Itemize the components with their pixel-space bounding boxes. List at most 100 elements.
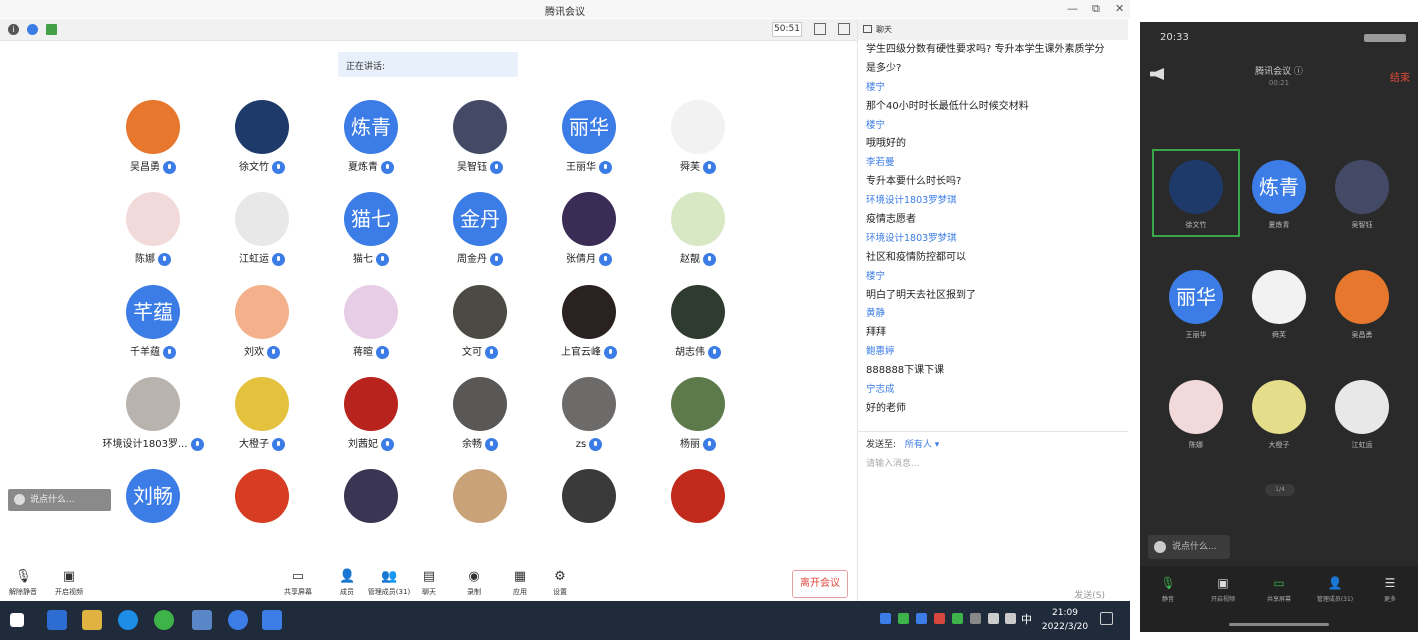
settings-button[interactable]: ⚙ 设置 — [537, 570, 583, 597]
participant-tile[interactable]: 上官云峰 — [534, 285, 644, 361]
participant-tile[interactable] — [643, 469, 753, 523]
network-icon[interactable] — [988, 613, 999, 624]
mic-status-icon — [376, 252, 389, 266]
edge-icon[interactable] — [118, 610, 138, 630]
participant-tile[interactable]: 余畅 — [425, 377, 535, 453]
phone-participant-tile[interactable]: 大橙子 — [1236, 380, 1322, 450]
avatar — [671, 192, 725, 246]
participant-name: 赵靓 — [680, 254, 700, 265]
phone-video-button[interactable]: ▣ 开启视频 — [1195, 576, 1251, 603]
participant-tile[interactable]: 张倩月 — [534, 192, 644, 268]
file-explorer-icon[interactable] — [82, 610, 102, 630]
participant-tile[interactable] — [207, 469, 317, 523]
participant-tile[interactable]: 江虹运 — [207, 192, 317, 268]
app-icon[interactable] — [192, 610, 212, 630]
search-icon[interactable] — [47, 610, 67, 630]
start-icon[interactable] — [10, 613, 24, 627]
participant-tile[interactable]: 舜芙 — [643, 100, 753, 176]
start-video-button[interactable]: ▣ 开启视频 — [46, 570, 92, 597]
participant-name: 大橙子 — [1268, 441, 1290, 449]
share-screen-button[interactable]: ▭ 共享屏幕 — [275, 570, 321, 597]
end-meeting-button[interactable]: 结束 — [1390, 69, 1410, 84]
participant-tile[interactable]: 猫七 猫七 — [316, 192, 426, 268]
tencent-meeting-icon[interactable] — [262, 610, 282, 630]
chat-divider — [858, 431, 1128, 432]
signal-icon[interactable] — [46, 24, 57, 35]
phone-meeting-title[interactable]: 腾讯会议 ⓘ — [1140, 64, 1418, 77]
participant-tile[interactable]: 吴昌勇 — [98, 100, 208, 176]
taskbar-clock[interactable]: 21:09 2022/3/20 — [1040, 606, 1090, 634]
participant-tile[interactable]: 刘茜妃 — [316, 377, 426, 453]
minimize-icon[interactable]: — — [1067, 2, 1078, 15]
send-to-label: 发送至: — [866, 440, 897, 450]
phone-participant-tile[interactable]: 炼青 夏炼青 — [1236, 160, 1322, 230]
notification-icon[interactable] — [1100, 612, 1113, 625]
participant-tile[interactable] — [534, 469, 644, 523]
participant-tile[interactable]: 刘畅 — [98, 469, 208, 523]
invite-icon: 👤 — [339, 569, 356, 584]
phone-participant-tile[interactable]: 吴智钰 — [1319, 160, 1405, 230]
phone-more-button[interactable]: ☰ 更多 — [1362, 576, 1418, 603]
phone-participant-tile[interactable]: 丽华 王丽华 — [1153, 270, 1239, 340]
page-indicator[interactable]: 1/4 — [1265, 484, 1295, 496]
phone-share-button[interactable]: ▭ 共享屏幕 — [1251, 576, 1307, 603]
participant-tile[interactable]: 丽华 王丽华 — [534, 100, 644, 176]
participant-tile[interactable]: zs — [534, 377, 644, 453]
close-icon[interactable]: ✕ — [1115, 2, 1124, 15]
participant-tile[interactable]: 陈娜 — [98, 192, 208, 268]
volume-icon[interactable] — [1005, 613, 1016, 624]
unmute-button[interactable]: 🎙 解除静音 — [0, 570, 46, 597]
phone-mute-button[interactable]: 🎙 静音 — [1140, 576, 1196, 603]
participant-tile[interactable]: 蒋暄 — [316, 285, 426, 361]
invite-button[interactable]: 👤 成员 — [324, 570, 370, 597]
emoji-icon[interactable] — [14, 494, 25, 505]
restore-icon[interactable]: ⧉ — [1092, 2, 1100, 16]
participant-tile[interactable]: 杨丽 — [643, 377, 753, 453]
layout-icon[interactable] — [838, 23, 850, 35]
home-indicator[interactable] — [1229, 623, 1329, 626]
tray-icon[interactable] — [916, 613, 927, 624]
emoji-icon[interactable] — [1154, 541, 1166, 553]
participant-tile[interactable]: 赵靓 — [643, 192, 753, 268]
phone-chat-input[interactable]: 说点什么... — [1148, 535, 1230, 559]
participant-tile[interactable] — [425, 469, 535, 523]
participant-tile[interactable]: 环境设计1803罗... — [98, 377, 208, 453]
participant-tile[interactable]: 文可 — [425, 285, 535, 361]
phone-participant-tile[interactable]: 徐文竹 — [1153, 160, 1239, 230]
participant-tile[interactable]: 徐文竹 — [207, 100, 317, 176]
tray-icon[interactable] — [898, 613, 909, 624]
chat-input[interactable]: 请输入消息... — [866, 456, 920, 469]
phone-members-button[interactable]: 👤 管理成员(31) — [1307, 576, 1363, 603]
phone-participant-tile[interactable]: 江虹运 — [1319, 380, 1405, 450]
fullscreen-icon[interactable] — [814, 23, 826, 35]
floating-chat-input[interactable]: 说点什么... — [8, 489, 111, 511]
phone-participant-tile[interactable]: 吴昌勇 — [1319, 270, 1405, 340]
tray-icon[interactable] — [934, 613, 945, 624]
participant-tile[interactable]: 金丹 周金丹 — [425, 192, 535, 268]
phone-participant-tile[interactable]: 陈娜 — [1153, 380, 1239, 450]
participant-tile[interactable]: 胡志伟 — [643, 285, 753, 361]
send-button[interactable]: 发送(S) — [1074, 588, 1105, 601]
phone-more-label: 更多 — [1383, 596, 1396, 603]
participant-tile[interactable]: 炼青 夏炼青 — [316, 100, 426, 176]
participant-tile[interactable]: 芊蕴 千羊蕴 — [98, 285, 208, 361]
shield-icon[interactable] — [27, 24, 38, 35]
avatar — [562, 285, 616, 339]
app-icon[interactable] — [228, 610, 248, 630]
participant-tile[interactable] — [316, 469, 426, 523]
participant-tile[interactable]: 大橙子 — [207, 377, 317, 453]
ime-indicator[interactable]: 中 — [1021, 611, 1032, 627]
chat-button[interactable]: ▤ 聊天 — [406, 570, 452, 597]
tray-icon[interactable] — [952, 613, 963, 624]
wechat-icon[interactable] — [154, 610, 174, 630]
send-to-select[interactable]: 所有人 ▾ — [905, 440, 939, 450]
tray-icon[interactable] — [880, 613, 891, 624]
leave-meeting-button[interactable]: 离开会议 — [792, 570, 848, 598]
record-button[interactable]: ◉ 录制 — [451, 570, 497, 597]
chat-message-text: 社区和疫情防控都可以 — [866, 251, 966, 263]
participant-tile[interactable]: 刘欢 — [207, 285, 317, 361]
participant-tile[interactable]: 吴智钰 — [425, 100, 535, 176]
info-icon[interactable]: i — [8, 24, 19, 35]
phone-participant-tile[interactable]: 舜芙 — [1236, 270, 1322, 340]
tray-icon[interactable] — [970, 613, 981, 624]
